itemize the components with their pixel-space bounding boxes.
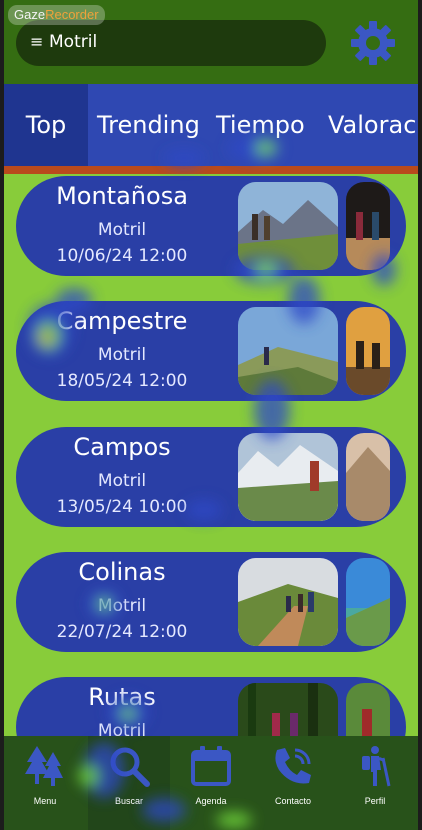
route-title: Campestre	[56, 307, 188, 335]
tab-bar: Top Trending Tiempo Valoraciones	[4, 84, 418, 166]
route-info: Campestre Motril 18/05/24 12:00	[16, 301, 228, 401]
route-title: Campos	[73, 433, 171, 461]
location-label: Motril	[49, 32, 98, 52]
app-screen: ≡ Motril GazeRecorder Top Trending Tiemp…	[4, 0, 418, 830]
route-location: Motril	[97, 471, 147, 491]
route-photo	[346, 433, 390, 521]
nav-contacto[interactable]: Contacto	[252, 736, 334, 830]
route-date: 10/06/24 12:00	[56, 246, 188, 266]
calendar-icon	[191, 746, 231, 786]
route-location: Motril	[97, 220, 147, 240]
route-info: Montañosa Motril 10/06/24 12:00	[16, 176, 228, 276]
route-location: Motril	[97, 345, 147, 365]
search-icon	[110, 747, 150, 787]
nav-label: Buscar	[114, 796, 143, 806]
route-photo	[238, 307, 338, 395]
phone-icon	[275, 748, 311, 784]
route-info: Campos Motril 13/05/24 10:00	[16, 427, 228, 527]
tab-valoraciones[interactable]: Valoraciones	[328, 84, 418, 166]
route-photo	[346, 182, 390, 270]
location-search-bar[interactable]: ≡ Motril	[16, 20, 326, 66]
nav-menu[interactable]: Menu	[4, 736, 86, 830]
route-card-campos[interactable]: Campos Motril 13/05/24 10:00	[16, 427, 406, 527]
tab-underline	[4, 166, 418, 174]
route-date: 13/05/24 10:00	[56, 497, 188, 517]
nav-perfil[interactable]: Perfil	[334, 736, 416, 830]
bottom-navigation: Menu Buscar Agenda Contacto Perfil	[4, 736, 418, 830]
route-title: Rutas	[88, 683, 156, 711]
route-card-colinas[interactable]: Colinas Motril 22/07/24 12:00	[16, 552, 406, 652]
gear-icon[interactable]	[348, 18, 398, 68]
menu-icon[interactable]: ≡	[30, 32, 43, 51]
route-info: Colinas Motril 22/07/24 12:00	[16, 552, 228, 652]
route-title: Montañosa	[56, 182, 188, 210]
nav-label: Agenda	[195, 796, 227, 806]
route-date: 18/05/24 12:00	[56, 371, 188, 391]
tab-tiempo[interactable]: Tiempo	[216, 84, 305, 166]
tab-top[interactable]: Top	[4, 84, 88, 166]
route-photo	[346, 558, 390, 646]
nav-agenda[interactable]: Agenda	[170, 736, 252, 830]
nav-label: Contacto	[274, 796, 312, 806]
route-photo	[238, 558, 338, 646]
route-location: Motril	[97, 596, 147, 616]
route-date: 22/07/24 12:00	[56, 622, 188, 642]
tab-trending[interactable]: Trending	[97, 84, 200, 166]
nav-label: Perfil	[364, 796, 386, 806]
nav-buscar[interactable]: Buscar	[88, 736, 170, 830]
nav-label: Menu	[33, 796, 57, 806]
hiker-icon	[362, 746, 391, 787]
route-card-montanosa[interactable]: Montañosa Motril 10/06/24 12:00	[16, 176, 406, 276]
route-title: Colinas	[78, 558, 166, 586]
trees-icon	[25, 746, 63, 786]
route-photo	[238, 433, 338, 521]
gazerecorder-watermark: GazeRecorder	[8, 5, 105, 25]
route-photo	[346, 307, 390, 395]
route-card-campestre[interactable]: Campestre Motril 18/05/24 12:00	[16, 301, 406, 401]
route-photo	[238, 182, 338, 270]
